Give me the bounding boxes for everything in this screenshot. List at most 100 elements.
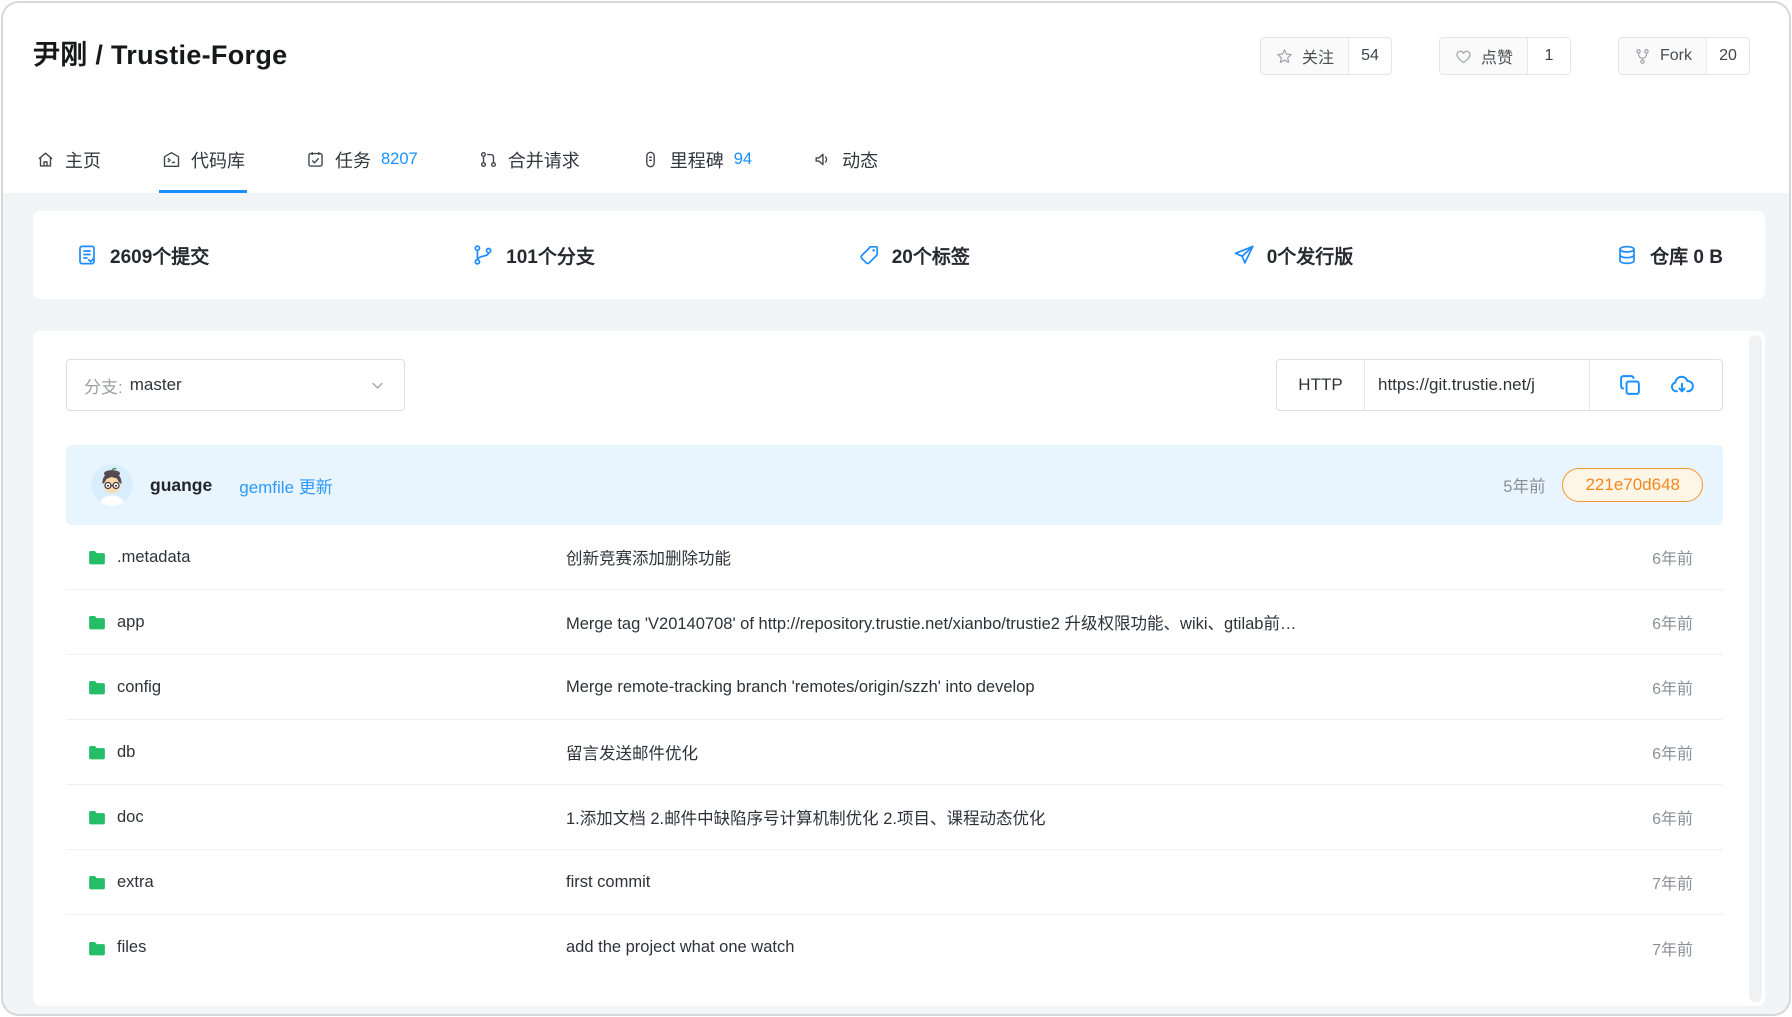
file-commit-message[interactable]: first commit [566, 873, 1573, 892]
file-commit-time: 7年前 [1573, 870, 1723, 894]
branch-selector-label: 分支: [84, 373, 123, 398]
clone-url-field[interactable]: https://git.trustie.net/j [1365, 360, 1590, 410]
file-name-cell[interactable]: doc [66, 806, 566, 828]
file-row-app[interactable]: app Merge tag 'V20140708' of http://repo… [66, 590, 1723, 655]
file-commit-message[interactable]: add the project what one watch [566, 938, 1573, 957]
file-row-extra[interactable]: extra first commit 7年前 [66, 850, 1723, 915]
file-commit-message[interactable]: 创新竞赛添加删除功能 [566, 545, 1573, 569]
tab-icon [35, 149, 56, 170]
file-table: .metadata 创新竞赛添加删除功能 6年前 app Merge tag '… [66, 525, 1723, 980]
vertical-scrollbar[interactable] [1749, 335, 1762, 1002]
folder-icon [86, 871, 108, 893]
branch-selector[interactable]: 分支: master [66, 359, 405, 411]
commit-author[interactable]: guange [150, 475, 212, 496]
file-name: extra [117, 873, 154, 892]
tab-milestones[interactable]: 里程碑 94 [638, 129, 754, 193]
folder-icon [86, 1002, 108, 1007]
tab-label: 主页 [65, 147, 101, 173]
action-icon [1633, 47, 1652, 66]
tab-icon [640, 149, 661, 170]
commit-hash-badge[interactable]: 221e70d648 [1562, 468, 1703, 502]
file-row-files[interactable]: files add the project what one watch 7年前 [66, 915, 1723, 980]
file-commit-message[interactable]: 1.添加文档 2.邮件中缺陷序号计算机制优化 2.项目、课程动态优化 [566, 805, 1573, 829]
file-row-config[interactable]: config Merge remote-tracking branch 'rem… [66, 655, 1723, 720]
stat-label: 0个发行版 [1267, 242, 1354, 269]
tab-icon [478, 149, 499, 170]
folder-icon [86, 611, 108, 633]
file-commit-message[interactable]: Merge remote-tracking branch 'remotes/or… [566, 678, 1573, 697]
repo-header: 尹刚 / Trustie-Forge 关注 54 点赞 1 [3, 3, 1789, 193]
commit-time: 5年前 [1503, 473, 1545, 497]
stat-size[interactable]: 仓库 0 B [1615, 242, 1723, 269]
clone-url-actions [1590, 360, 1722, 410]
action-label-text: 关注 [1302, 44, 1334, 68]
stat-branches[interactable]: 101个分支 [471, 242, 595, 269]
tab-icon [305, 149, 326, 170]
tab-icon [812, 149, 833, 170]
file-name: db [117, 743, 135, 762]
file-commit-message[interactable]: 留言发送邮件优化 [566, 740, 1573, 764]
tab-home[interactable]: 主页 [33, 129, 103, 193]
file-commit-time: 6年前 [1573, 545, 1723, 569]
stat-releases[interactable]: 0个发行版 [1232, 242, 1354, 269]
file-name: files [117, 938, 146, 957]
action-button-watch[interactable]: 关注 54 [1260, 37, 1392, 75]
file-row-doc[interactable]: doc 1.添加文档 2.邮件中缺陷序号计算机制优化 2.项目、课程动态优化 6… [66, 785, 1723, 850]
file-name-cell[interactable]: .metadata [66, 546, 566, 568]
file-commit-time: 6年前 [1573, 740, 1723, 764]
stat-icon [1232, 243, 1256, 267]
action-button-fork[interactable]: Fork 20 [1618, 37, 1750, 75]
stat-icon [75, 243, 99, 267]
file-commit-time: 6年前 [1573, 675, 1723, 699]
action-icon [1275, 47, 1294, 66]
clone-url-group: HTTP https://git.trustie.net/j [1276, 359, 1723, 411]
stat-icon [471, 243, 495, 267]
file-name-cell[interactable]: config [66, 676, 566, 698]
table-row-partial[interactable] [66, 980, 1723, 1006]
stat-label: 20个标签 [892, 242, 970, 269]
tab-pulls[interactable]: 合并请求 [476, 129, 582, 193]
file-row-metadata[interactable]: .metadata 创新竞赛添加删除功能 6年前 [66, 525, 1723, 590]
commit-message-link[interactable]: gemfile 更新 [239, 473, 333, 498]
action-count[interactable]: 1 [1528, 38, 1570, 74]
file-name: .metadata [117, 548, 190, 567]
chevron-down-icon [368, 376, 387, 395]
file-commit-time: 6年前 [1573, 805, 1723, 829]
file-row-db[interactable]: db 留言发送邮件优化 6年前 [66, 720, 1723, 785]
stat-commits[interactable]: 2609个提交 [75, 242, 209, 269]
file-name-cell[interactable]: db [66, 741, 566, 763]
folder-icon [86, 741, 108, 763]
tab-label: 动态 [842, 147, 878, 173]
action-button-praise[interactable]: 点赞 1 [1439, 37, 1571, 75]
action-icon [1454, 47, 1473, 66]
tab-activity[interactable]: 动态 [810, 129, 880, 193]
folder-icon [86, 937, 108, 959]
repo-stats-bar: 2609个提交 101个分支 20个标签 0个发行版 仓库 0 B [33, 211, 1765, 299]
file-commit-time: 6年前 [1573, 610, 1723, 634]
file-name-cell [66, 1002, 566, 1007]
folder-icon [86, 676, 108, 698]
action-button-label: 点赞 [1440, 38, 1528, 74]
tab-label: 任务 [335, 147, 371, 173]
tab-count-badge: 94 [734, 150, 752, 169]
tab-repository[interactable]: 代码库 [159, 129, 247, 193]
file-name: config [117, 678, 161, 697]
avatar[interactable] [91, 464, 133, 506]
action-button-label: 关注 [1261, 38, 1349, 74]
clone-protocol-select[interactable]: HTTP [1277, 360, 1365, 410]
stat-label: 仓库 0 B [1650, 242, 1723, 269]
file-commit-message[interactable]: Merge tag 'V20140708' of http://reposito… [566, 610, 1573, 634]
tab-issues[interactable]: 任务 8207 [303, 129, 420, 193]
file-commit-time: 7年前 [1573, 936, 1723, 960]
tab-label: 里程碑 [670, 147, 724, 173]
cloud-download-icon[interactable] [1669, 372, 1695, 398]
action-count[interactable]: 54 [1349, 38, 1391, 74]
action-count[interactable]: 20 [1707, 38, 1749, 74]
stat-label: 101个分支 [506, 242, 595, 269]
file-name-cell[interactable]: files [66, 937, 566, 959]
file-name-cell[interactable]: extra [66, 871, 566, 893]
file-name-cell[interactable]: app [66, 611, 566, 633]
copy-icon[interactable] [1617, 372, 1643, 398]
file-name: app [117, 613, 145, 632]
stat-tags[interactable]: 20个标签 [857, 242, 970, 269]
